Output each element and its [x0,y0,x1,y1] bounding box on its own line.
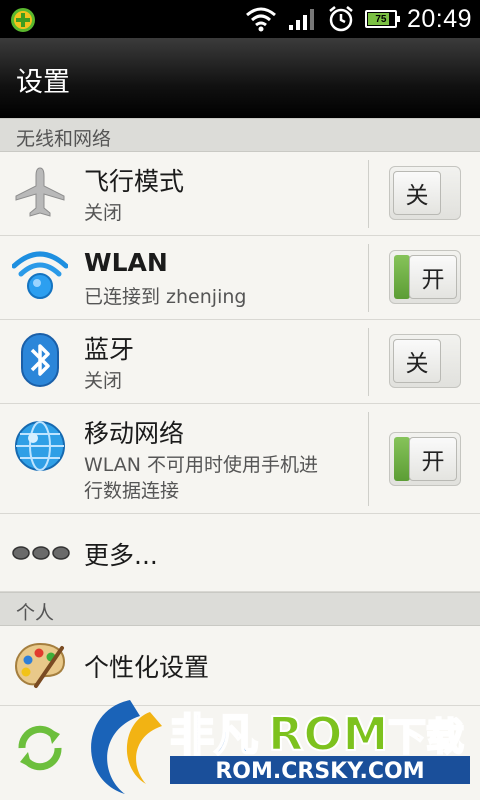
airplane-toggle[interactable]: 关 [389,166,461,220]
status-time: 20:49 [406,4,472,33]
section-header-wireless: 无线和网络 [0,118,480,152]
row-subtitle: 关闭 [84,202,123,224]
divider [368,244,369,312]
divider [368,412,369,506]
row-subtitle: 已连接到 zhenjing [84,286,247,308]
airplane-icon [15,167,65,217]
watermark-brand-3: 下载 [388,715,464,759]
title-bar: 设置 [0,38,480,118]
toggle-track [394,255,410,299]
setting-row-airplane-mode[interactable]: 飞行模式 关闭 关 [0,152,480,236]
mobile-network-toggle[interactable]: 开 [389,432,461,486]
divider [368,328,369,396]
palette-icon [14,642,66,688]
watermark-url: ROM.CRSKY.COM [215,759,424,784]
watermark-brand-2: ROM [268,707,388,761]
section-header-personal: 个人 [0,592,480,626]
row-title: 更多... [84,541,158,570]
row-title: WLAN [84,248,168,277]
wifi-icon [12,251,68,299]
bluetooth-icon [21,333,59,387]
battery-icon: 75 [364,10,400,28]
row-subtitle: 关闭 [84,370,123,392]
alarm-icon [329,6,353,32]
row-subtitle-line1: WLAN 不可用时使用手机进 [84,454,319,476]
toggle-knob: 开 [409,255,457,299]
setting-row-more[interactable]: 更多... [0,514,480,592]
status-bar: 75 20:49 [0,0,480,38]
signal-icon [288,9,314,30]
setting-row-wlan[interactable]: WLAN 已连接到 zhenjing 开 [0,236,480,320]
globe-network-icon [15,421,65,471]
row-title: 移动网络 [84,419,185,448]
setting-row-mobile-network[interactable]: 移动网络 WLAN 不可用时使用手机进 行数据连接 开 [0,404,480,514]
toggle-knob: 开 [409,437,457,481]
divider [368,160,369,228]
row-title: 个性化设置 [84,653,210,682]
watermark-brand-1: 非凡 [170,710,258,761]
toggle-track [394,437,410,481]
app-notification-icon [11,8,35,32]
row-title: 蓝牙 [84,335,135,364]
setting-row-bluetooth[interactable]: 蓝牙 关闭 关 [0,320,480,404]
toggle-knob: 关 [393,339,441,383]
toggle-knob: 关 [393,171,441,215]
sync-icon [18,725,62,771]
row-subtitle-line2: 行数据连接 [84,480,180,502]
bluetooth-toggle[interactable]: 关 [389,334,461,388]
wifi-icon [245,7,276,32]
section-label: 无线和网络 [16,128,112,150]
row-title: 飞行模式 [84,167,185,196]
section-label: 个人 [16,602,55,624]
wlan-toggle[interactable]: 开 [389,250,461,304]
watermark-logo: 非凡 ROM 下载 ROM.CRSKY.COM [91,700,470,794]
battery-level: 75 [375,13,387,25]
more-dots-icon [12,546,70,560]
page-title: 设置 [16,67,70,98]
